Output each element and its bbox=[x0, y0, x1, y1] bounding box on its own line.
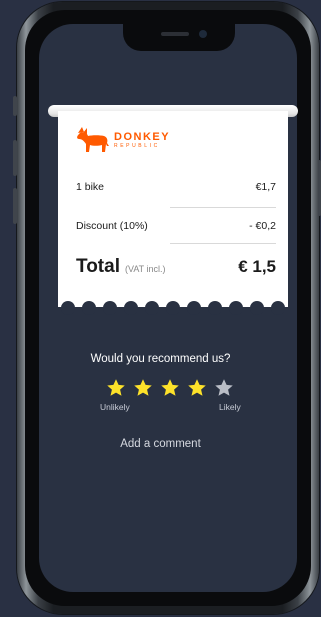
receipt: DONKEY REPUBLIC 1 bike €1,7 Discount (10… bbox=[58, 111, 288, 315]
camera-icon bbox=[199, 30, 207, 38]
line-item-discount: Discount (10%) - €0,2 bbox=[76, 220, 276, 232]
star-rating[interactable] bbox=[106, 378, 234, 398]
total-label-group: Total (VAT incl.) bbox=[76, 256, 166, 278]
brand-name: DONKEY bbox=[114, 130, 171, 143]
volume-up-button bbox=[13, 140, 17, 176]
vat-note: (VAT incl.) bbox=[124, 264, 166, 274]
line-item-bike: 1 bike €1,7 bbox=[76, 181, 276, 193]
star-icon[interactable] bbox=[106, 378, 126, 398]
volume-down-button bbox=[13, 188, 17, 224]
mute-switch bbox=[13, 96, 17, 116]
brand-subname: REPUBLIC bbox=[114, 142, 160, 149]
line-item-label: 1 bike bbox=[76, 181, 105, 193]
star-icon[interactable] bbox=[160, 378, 180, 398]
rating-high-label: Likely bbox=[219, 402, 241, 412]
total-row: Total (VAT incl.) € 1,5 bbox=[76, 256, 276, 278]
star-icon[interactable] bbox=[214, 378, 234, 398]
star-icon[interactable] bbox=[187, 378, 207, 398]
line-item-value: €1,7 bbox=[255, 181, 276, 193]
total-value: € 1,5 bbox=[238, 257, 276, 276]
star-icon[interactable] bbox=[133, 378, 153, 398]
donkey-icon bbox=[77, 127, 109, 152]
rating-low-label: Unlikely bbox=[100, 402, 130, 412]
rating-question: Would you recommend us? bbox=[90, 353, 231, 365]
total-label: Total bbox=[76, 256, 120, 277]
add-comment-link[interactable]: Add a comment bbox=[0, 438, 321, 450]
receipt-torn-edge bbox=[58, 301, 288, 315]
line-item-label: Discount (10%) bbox=[76, 220, 148, 232]
divider bbox=[170, 207, 276, 208]
line-item-value: - €0,2 bbox=[249, 220, 276, 232]
notch bbox=[123, 24, 235, 51]
speaker-grille bbox=[161, 32, 189, 36]
brand-logo: DONKEY REPUBLIC bbox=[76, 127, 170, 153]
divider bbox=[170, 243, 276, 244]
